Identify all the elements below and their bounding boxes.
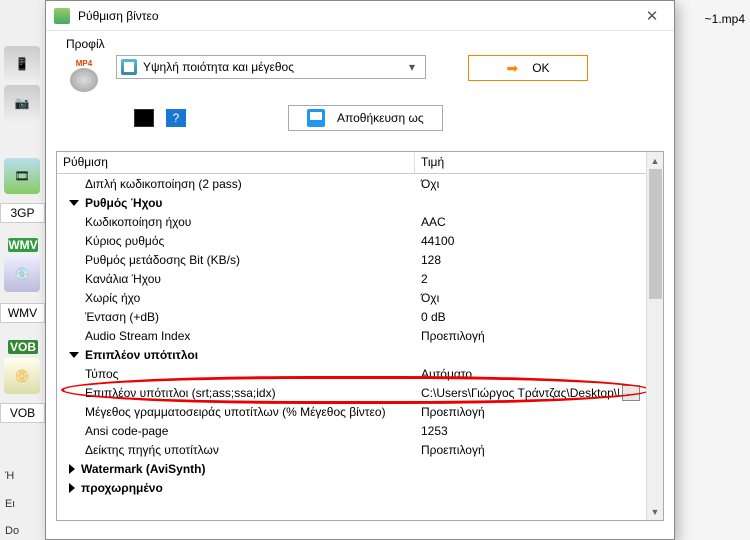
bg-text: Ει [5, 498, 15, 510]
setting-value[interactable]: 0 dB [415, 309, 646, 325]
group-label: Watermark (AviSynth) [81, 462, 205, 476]
table-group-row[interactable]: προχωρημένο [57, 478, 646, 497]
setting-value[interactable] [415, 354, 646, 356]
setting-value[interactable]: Προεπιλογή [415, 442, 646, 458]
mp4-profile-icon: MP4 [64, 55, 104, 95]
profile-label: Προφίλ [66, 37, 660, 51]
bg-filename: ~1.mp4 [705, 12, 745, 26]
setting-value[interactable]: Προεπιλογή [415, 404, 646, 420]
device-icon: 📷 [4, 85, 40, 121]
scroll-up-button[interactable]: ▲ [647, 152, 663, 169]
ok-button[interactable]: ➡ OK [468, 55, 588, 81]
scroll-down-button[interactable]: ▼ [647, 503, 663, 520]
setting-label: Κωδικοποίηση ήχου [57, 214, 415, 230]
setting-label: Ένταση (+dB) [57, 309, 415, 325]
setting-value[interactable]: 44100 [415, 233, 646, 249]
browse-button[interactable]: ... [622, 385, 640, 401]
setting-value[interactable]: C:\Users\Γιώργος Τράντζας\Desktop\Νέ... [415, 384, 646, 402]
table-row[interactable]: Ένταση (+dB)0 dB [57, 307, 646, 326]
setting-value[interactable] [415, 468, 646, 470]
save-as-button[interactable]: Αποθήκευση ως [288, 105, 443, 131]
setting-value[interactable]: Αυτόματο [415, 366, 646, 382]
help-button[interactable]: ? [166, 109, 186, 127]
setting-value[interactable]: Προεπιλογή [415, 328, 646, 344]
profile-select-value: Υψηλή ποιότητα και μέγεθος [143, 60, 397, 74]
window-title: Ρύθμιση βίντεο [78, 9, 636, 23]
film-icon [121, 59, 137, 75]
setting-value[interactable]: AAC [415, 214, 646, 230]
format-icon: 📀 [4, 358, 40, 394]
profile-section: Προφίλ MP4 Υψηλή ποιότητα και μέγεθος ▾ … [46, 31, 674, 151]
scroll-thumb[interactable] [649, 169, 662, 299]
setting-value[interactable]: 2 [415, 271, 646, 287]
arrow-right-icon: ➡ [506, 60, 518, 77]
table-row[interactable]: Χωρίς ήχοΌχι [57, 288, 646, 307]
format-icon: 💿 [4, 256, 40, 292]
table-group-row[interactable]: Ρυθμός Ήχου [57, 193, 646, 212]
format-button-wmv[interactable]: WMV [0, 303, 45, 323]
table-row[interactable]: Κανάλια Ήχου2 [57, 269, 646, 288]
settings-table: Ρύθμιση Τιμή Διπλή κωδικοποίηση (2 pass)… [56, 151, 664, 521]
table-group-row[interactable]: Επιπλέον υπότιτλοι [57, 345, 646, 364]
setting-label: Κανάλια Ήχου [57, 271, 415, 287]
device-icon: 📱 [4, 46, 40, 82]
table-header: Ρύθμιση Τιμή [57, 152, 646, 174]
col-setting[interactable]: Ρύθμιση [57, 152, 415, 173]
setting-label: Τύπος [57, 366, 415, 382]
setting-value[interactable] [415, 202, 646, 204]
expand-icon [69, 200, 79, 206]
table-row[interactable]: Ansi code-page1253 [57, 421, 646, 440]
format-badge-vob: VOB [8, 340, 38, 354]
setting-label: Διπλή κωδικοποίηση (2 pass) [57, 176, 415, 192]
table-row[interactable]: Κύριος ρυθμός44100 [57, 231, 646, 250]
setting-label: Μέγεθος γραμματοσειράς υποτίτλων (% Μέγε… [57, 404, 415, 420]
expand-icon [69, 352, 79, 358]
ok-button-label: OK [532, 61, 549, 75]
group-label: Ρυθμός Ήχου [85, 196, 162, 210]
table-row[interactable]: Audio Stream IndexΠροεπιλογή [57, 326, 646, 345]
bg-text: Ή [5, 470, 14, 482]
close-button[interactable]: ✕ [636, 4, 668, 28]
table-row[interactable]: ΤύποςΑυτόματο [57, 364, 646, 383]
setting-value[interactable]: 1253 [415, 423, 646, 439]
bg-format-icons: 📱 📷 [4, 46, 40, 121]
group-label: Επιπλέον υπότιτλοι [85, 348, 198, 362]
expand-icon [69, 483, 75, 493]
setting-value[interactable]: Όχι [415, 290, 646, 306]
table-group-row[interactable]: Watermark (AviSynth) [57, 459, 646, 478]
table-row[interactable]: Ρυθμός μετάδοσης Bit (KB/s)128 [57, 250, 646, 269]
col-value[interactable]: Τιμή [415, 152, 646, 173]
table-row[interactable]: Δείκτης πηγής υποτίτλωνΠροεπιλογή [57, 440, 646, 459]
table-row[interactable]: Κωδικοποίηση ήχουAAC [57, 212, 646, 231]
setting-label: Επιπλέον υπότιτλοι (srt;ass;ssa;idx) [57, 385, 415, 401]
setting-label: Ansi code-page [57, 423, 415, 439]
setting-label: Δείκτης πηγής υποτίτλων [57, 442, 415, 458]
format-button-3gp[interactable]: 3GP [0, 203, 45, 223]
table-row[interactable]: Μέγεθος γραμματοσειράς υποτίτλων (% Μέγε… [57, 402, 646, 421]
setting-label: Χωρίς ήχο [57, 290, 415, 306]
titlebar: Ρύθμιση βίντεο ✕ [46, 1, 674, 31]
group-label: προχωρημένο [81, 481, 163, 495]
setting-value[interactable]: Όχι [415, 176, 646, 192]
table-row[interactable]: Διπλή κωδικοποίηση (2 pass)Όχι [57, 174, 646, 193]
setting-label: Audio Stream Index [57, 328, 415, 344]
chevron-down-icon: ▾ [403, 60, 421, 74]
save-as-label: Αποθήκευση ως [337, 111, 424, 125]
expand-icon [69, 464, 75, 474]
format-icon: 🎞 [4, 158, 40, 194]
format-badge-wmv: WMV [8, 238, 38, 252]
terminal-icon-button[interactable] [134, 109, 154, 127]
bg-text: Do [5, 525, 19, 537]
setting-value[interactable] [415, 487, 646, 489]
profile-select[interactable]: Υψηλή ποιότητα και μέγεθος ▾ [116, 55, 426, 79]
setting-label: Κύριος ρυθμός [57, 233, 415, 249]
window-icon [54, 8, 70, 24]
table-row[interactable]: Επιπλέον υπότιτλοι (srt;ass;ssa;idx)C:\U… [57, 383, 646, 402]
setting-label: Ρυθμός μετάδοσης Bit (KB/s) [57, 252, 415, 268]
video-settings-dialog: Ρύθμιση βίντεο ✕ Προφίλ MP4 Υψηλή ποιότη… [45, 0, 675, 540]
format-button-vob[interactable]: VOB [0, 403, 45, 423]
setting-value[interactable]: 128 [415, 252, 646, 268]
save-icon [307, 109, 325, 127]
scrollbar[interactable]: ▲ ▼ [646, 152, 663, 520]
